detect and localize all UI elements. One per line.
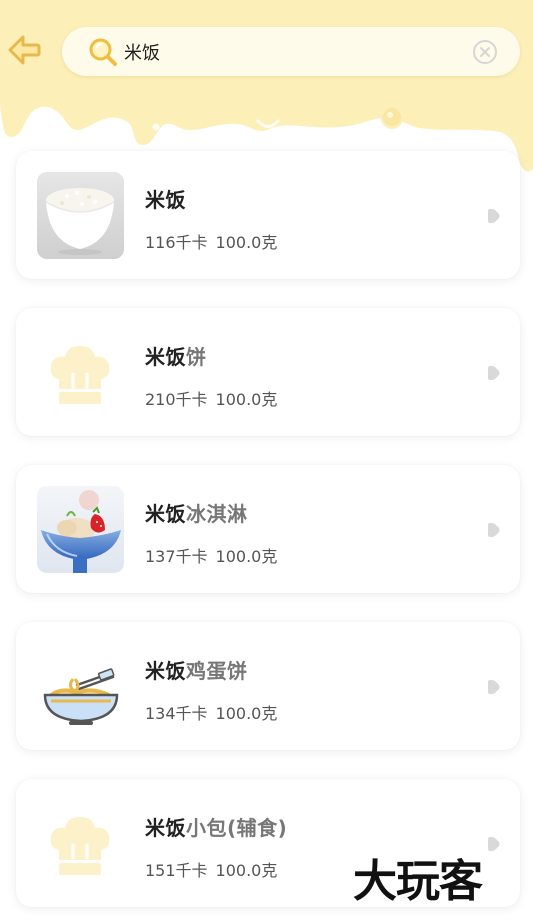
search-input[interactable]	[124, 39, 464, 65]
food-weight: 100.0克	[215, 704, 278, 723]
food-weight: 100.0克	[215, 233, 278, 252]
chef-hat-icon	[37, 800, 124, 887]
food-name-rest: 小包(辅食)	[186, 816, 288, 840]
food-name: 米饭冰淇淋	[145, 498, 248, 527]
food-thumbnail	[37, 643, 124, 730]
food-name: 米饭	[145, 184, 186, 213]
rice-bowl-icon	[37, 172, 124, 259]
top-bar	[0, 0, 533, 100]
back-arrow-icon	[8, 35, 41, 65]
food-calories: 134千卡	[145, 704, 208, 723]
food-nutrition: 134千卡 100.0克	[145, 700, 277, 724]
food-name-rest: 鸡蛋饼	[186, 659, 248, 683]
chevron-right-icon	[488, 209, 500, 223]
food-thumbnail	[37, 329, 124, 416]
food-result-card[interactable]: 米饭冰淇淋 137千卡 100.0克	[16, 465, 520, 593]
food-nutrition: 116千卡 100.0克	[145, 229, 277, 253]
food-name-rest: 饼	[186, 345, 207, 369]
food-nutrition: 210千卡 100.0克	[145, 386, 277, 410]
search-icon	[89, 38, 117, 66]
food-name-match: 米饭	[145, 345, 186, 369]
food-calories: 137千卡	[145, 547, 208, 566]
food-result-card[interactable]: 米饭饼 210千卡 100.0克	[16, 308, 520, 436]
watermark: 大玩客	[353, 856, 483, 907]
chevron-right-icon	[488, 680, 500, 694]
food-name-match: 米饭	[145, 188, 186, 212]
food-weight: 100.0克	[215, 390, 278, 409]
food-name-match: 米饭	[145, 502, 186, 526]
noodle-bowl-icon	[37, 643, 124, 730]
clear-search-icon[interactable]	[472, 39, 498, 65]
chevron-right-icon	[488, 837, 500, 851]
food-name-rest: 冰淇淋	[186, 502, 248, 526]
food-calories: 210千卡	[145, 390, 208, 409]
search-box[interactable]	[62, 27, 520, 76]
food-calories: 151千卡	[145, 861, 208, 880]
chef-hat-icon	[37, 329, 124, 416]
food-name: 米饭饼	[145, 341, 207, 370]
search-result-list: 米饭 116千卡 100.0克 米饭饼 210千卡 100.0克 米饭冰淇淋 1…	[0, 0, 533, 922]
food-name: 米饭小包(辅食)	[145, 812, 287, 841]
food-weight: 100.0克	[215, 547, 278, 566]
food-thumbnail	[37, 486, 124, 573]
food-thumbnail	[37, 800, 124, 887]
food-name-match: 米饭	[145, 816, 186, 840]
food-result-card[interactable]: 米饭鸡蛋饼 134千卡 100.0克	[16, 622, 520, 750]
food-name: 米饭鸡蛋饼	[145, 655, 248, 684]
chevron-right-icon	[488, 366, 500, 380]
food-result-card[interactable]: 米饭 116千卡 100.0克	[16, 151, 520, 279]
food-name-match: 米饭	[145, 659, 186, 683]
food-nutrition: 151千卡 100.0克	[145, 857, 277, 881]
ice-cream-icon	[37, 486, 124, 573]
chevron-right-icon	[488, 523, 500, 537]
food-calories: 116千卡	[145, 233, 208, 252]
food-weight: 100.0克	[215, 861, 278, 880]
food-nutrition: 137千卡 100.0克	[145, 543, 277, 567]
back-button[interactable]	[4, 30, 44, 70]
food-thumbnail	[37, 172, 124, 259]
